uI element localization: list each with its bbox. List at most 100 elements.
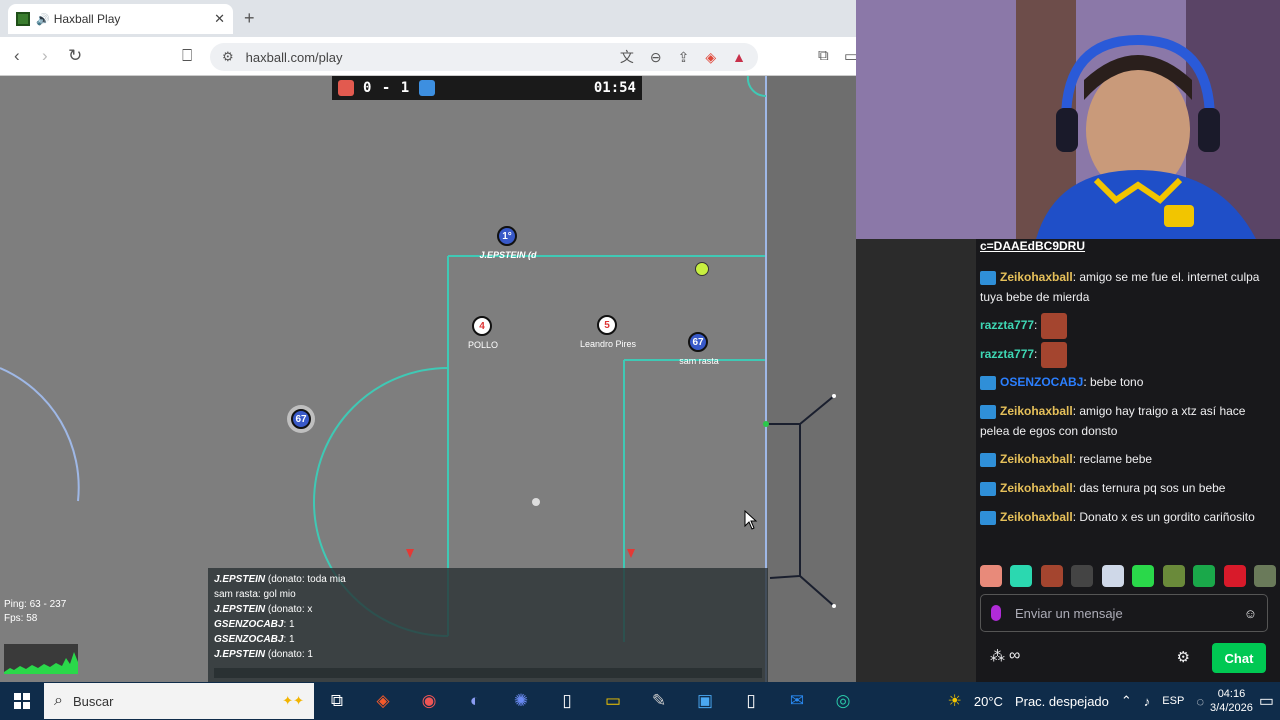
game-chat-line: J.EPSTEIN (donato: 1 bbox=[214, 649, 313, 660]
badge-icon bbox=[980, 270, 996, 285]
emote-icon[interactable] bbox=[1101, 565, 1124, 587]
task-view-icon[interactable]: ⧉ bbox=[314, 691, 360, 711]
zoom-icon[interactable]: ⊖ bbox=[650, 49, 662, 66]
webcam-person bbox=[856, 0, 1280, 239]
paint-icon[interactable]: ✎ bbox=[636, 691, 682, 711]
game-chat-line: sam rasta: gol mio bbox=[214, 589, 296, 600]
obs-icon[interactable]: ◉ bbox=[406, 691, 452, 711]
bookmark-icon[interactable]: ⎕ bbox=[182, 46, 192, 66]
new-tab-icon[interactable]: + bbox=[244, 8, 255, 29]
chevron-up-icon[interactable]: ⌃ bbox=[1121, 693, 1132, 709]
language[interactable]: ESP bbox=[1162, 695, 1184, 707]
player-pollo-name: POLLO bbox=[467, 340, 499, 350]
emote-icon[interactable] bbox=[1010, 565, 1033, 587]
chat-input[interactable]: Enviar un mensaje ☺ bbox=[980, 594, 1268, 632]
emote-icon[interactable] bbox=[1223, 565, 1246, 587]
red-score: 0 bbox=[363, 80, 373, 96]
browser-tab[interactable]: 🔊 Haxball Play ✕ bbox=[8, 4, 233, 34]
bits-icon[interactable]: ⁂ bbox=[990, 647, 1005, 665]
ping-text: Ping: 63 - 237 bbox=[4, 599, 67, 610]
temperature: 20°C bbox=[973, 693, 1003, 709]
outlook-icon[interactable]: ✉ bbox=[774, 691, 820, 711]
net-stats: Ping: 63 - 237 Fps: 58 bbox=[4, 598, 66, 626]
goal-post bbox=[763, 421, 769, 427]
start-button[interactable] bbox=[0, 693, 44, 709]
site-settings-icon[interactable]: ⚙ bbox=[222, 49, 234, 65]
brave-icon[interactable]: ◈ bbox=[360, 691, 406, 711]
settings-icon[interactable]: ⚙ bbox=[1177, 648, 1190, 666]
clock[interactable]: 04:16 3/4/2026 bbox=[1210, 687, 1253, 715]
red-team-badge bbox=[338, 80, 354, 96]
game-chat-line: J.EPSTEIN (donato: x bbox=[214, 604, 313, 615]
emote-icon[interactable] bbox=[1071, 565, 1094, 587]
emote-icon[interactable] bbox=[1193, 565, 1216, 587]
player-samrasta-name: sam rasta bbox=[679, 356, 719, 366]
corner-arc bbox=[746, 76, 767, 98]
speaker-icon: 🔊 bbox=[36, 13, 50, 26]
haxball-game[interactable]: 0 - 1 01:54 1° J.EPSTEIN (d 4 POLLO 5 Le… bbox=[0, 76, 856, 682]
player-self: 67 bbox=[291, 409, 311, 429]
edge-icon[interactable]: ◎ bbox=[820, 691, 866, 711]
player-leandro-name: Leandro Pires bbox=[579, 339, 637, 349]
score-separator: - bbox=[381, 80, 392, 96]
emote-icon[interactable] bbox=[1132, 565, 1155, 587]
back-icon[interactable]: ‹ bbox=[14, 46, 20, 66]
taskbar-search[interactable]: ⌕ Buscar ✦✦ bbox=[44, 683, 314, 719]
reload-icon[interactable]: ↻ bbox=[68, 46, 82, 66]
scoreboard: 0 - 1 01:54 bbox=[332, 76, 642, 100]
emote-icon[interactable] bbox=[980, 565, 1002, 587]
ball bbox=[695, 262, 709, 276]
emoji-icon[interactable]: ☺ bbox=[1244, 606, 1257, 621]
blue-score: 1 bbox=[400, 80, 411, 96]
emote-icon bbox=[1040, 313, 1067, 339]
microphone-icon[interactable]: ♪ bbox=[1144, 694, 1151, 709]
emote-icon[interactable] bbox=[1162, 565, 1185, 587]
browser-toolbar: ‹ › ↻ ⎕ ⚙ haxball.com/play 文 ⊖ ⇪ ◈ ▲ ⧉ ▭ bbox=[0, 37, 858, 76]
translate-icon[interactable]: 文 bbox=[620, 47, 634, 67]
badge-icon bbox=[980, 510, 996, 525]
marker-right bbox=[627, 549, 635, 558]
game-chat-line: GSENZOCABJ: 1 bbox=[214, 619, 295, 630]
discord-icon[interactable]: ◐ bbox=[452, 691, 498, 711]
game-chat-input[interactable] bbox=[214, 668, 762, 678]
sparkle-icon: ✦✦ bbox=[282, 693, 304, 708]
player-epstein: 1° bbox=[497, 226, 517, 246]
app-icon[interactable]: ✺ bbox=[498, 691, 544, 711]
tab-title: Haxball Play bbox=[53, 12, 121, 26]
badge-icon bbox=[980, 404, 996, 419]
search-icon: ⌕ bbox=[54, 692, 63, 709]
emote-icon[interactable] bbox=[1253, 565, 1276, 587]
chat-message: Zeikohaxball: Donato x es un gordito car… bbox=[980, 507, 1262, 527]
net-post-bottom bbox=[832, 604, 836, 608]
wifi-icon[interactable]: ◌ bbox=[1196, 694, 1204, 709]
folder-icon[interactable]: ▭ bbox=[590, 691, 636, 711]
emote-icon[interactable] bbox=[1040, 565, 1063, 587]
brave-rewards-icon[interactable]: ▲ bbox=[732, 49, 746, 65]
match-timer: 01:54 bbox=[593, 80, 636, 96]
chat-top-link[interactable]: c=DAAEdBC9DRU bbox=[980, 239, 1085, 253]
share-icon[interactable]: ⇪ bbox=[678, 49, 690, 66]
address-bar[interactable]: ⚙ haxball.com/play 文 ⊖ ⇪ ◈ ▲ bbox=[210, 43, 758, 71]
extensions-icon[interactable]: ⧉ bbox=[818, 47, 829, 64]
chat-send-button[interactable]: Chat bbox=[1212, 643, 1266, 673]
player-pollo: 4 bbox=[472, 316, 492, 336]
game-chat-log: J.EPSTEIN (donato: toda mia sam rasta: g… bbox=[208, 568, 768, 682]
url-text: haxball.com/play bbox=[245, 49, 343, 65]
mic-icon[interactable] bbox=[991, 605, 1001, 621]
infinity-icon[interactable]: ∞ bbox=[1009, 647, 1020, 665]
notifications-icon[interactable]: ▭ bbox=[1259, 691, 1274, 711]
penalty-spot bbox=[532, 498, 540, 506]
mouse-cursor-icon bbox=[744, 510, 758, 530]
webcam-overlay bbox=[856, 0, 1280, 239]
player-samrasta: 67 bbox=[688, 332, 708, 352]
badge-icon bbox=[980, 481, 996, 496]
score-text: 0 - 1 bbox=[363, 80, 410, 96]
forward-icon[interactable]: › bbox=[42, 46, 48, 66]
file-icon[interactable]: ▯ bbox=[544, 691, 590, 711]
store-icon[interactable]: ▣ bbox=[682, 691, 728, 711]
document-icon[interactable]: ▯ bbox=[728, 691, 774, 711]
game-chat-line: GSENZOCABJ: 1 bbox=[214, 634, 295, 645]
brave-shield-icon[interactable]: ◈ bbox=[705, 49, 716, 66]
close-tab-icon[interactable]: ✕ bbox=[214, 11, 225, 27]
windows-icon bbox=[14, 693, 30, 709]
